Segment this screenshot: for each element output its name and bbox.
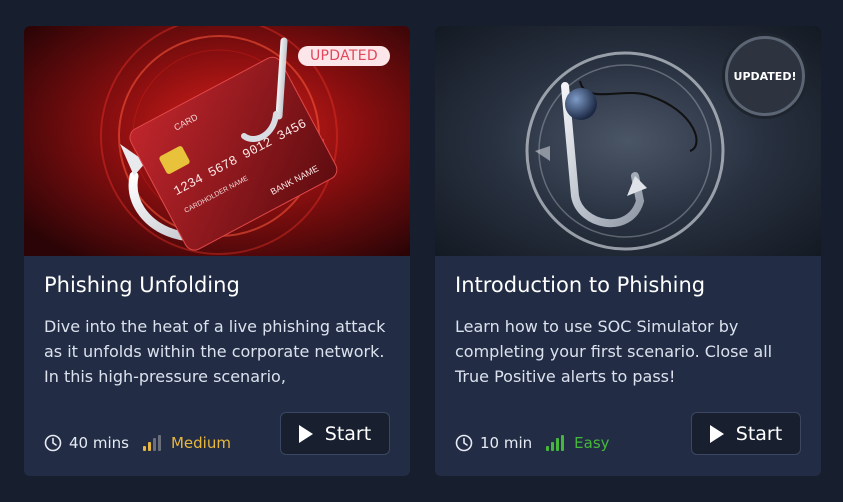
play-icon bbox=[298, 424, 313, 443]
scenario-description: Dive into the heat of a live phishing at… bbox=[44, 317, 386, 386]
scenario-meta: 10 min Easy bbox=[455, 434, 610, 452]
scenario-card-phishing-unfolding[interactable]: CARD 1234 5678 9012 3456 CARDHOLDER NAME… bbox=[24, 26, 410, 476]
duration-label: 40 mins bbox=[69, 434, 129, 452]
difficulty-bars-icon bbox=[546, 435, 565, 451]
scenario-card-intro-phishing[interactable]: UPDATED! Introduction to Phishing Learn … bbox=[435, 26, 821, 476]
scenario-thumbnail: CARD 1234 5678 9012 3456 CARDHOLDER NAME… bbox=[24, 26, 410, 256]
start-button-label: Start bbox=[324, 422, 372, 445]
updated-badge: UPDATED! bbox=[725, 36, 805, 116]
clock-icon bbox=[44, 434, 62, 452]
scenario-title: Introduction to Phishing bbox=[455, 273, 706, 297]
difficulty-label: Medium bbox=[170, 434, 231, 452]
scenario-title: Phishing Unfolding bbox=[44, 273, 240, 297]
scenario-thumbnail: UPDATED! bbox=[435, 26, 821, 256]
updated-badge: UPDATED bbox=[298, 46, 390, 66]
scenario-meta: 40 mins Medium bbox=[44, 434, 231, 452]
scenario-description: Learn how to use SOC Simulator by comple… bbox=[455, 317, 773, 386]
duration-label: 10 min bbox=[480, 434, 533, 452]
difficulty-label: Easy bbox=[574, 434, 610, 452]
play-icon bbox=[709, 424, 724, 443]
start-button[interactable]: Start bbox=[280, 412, 390, 455]
start-button[interactable]: Start bbox=[691, 412, 801, 455]
difficulty-bars-icon bbox=[142, 435, 161, 451]
clock-icon bbox=[455, 434, 473, 452]
start-button-label: Start bbox=[735, 422, 783, 445]
